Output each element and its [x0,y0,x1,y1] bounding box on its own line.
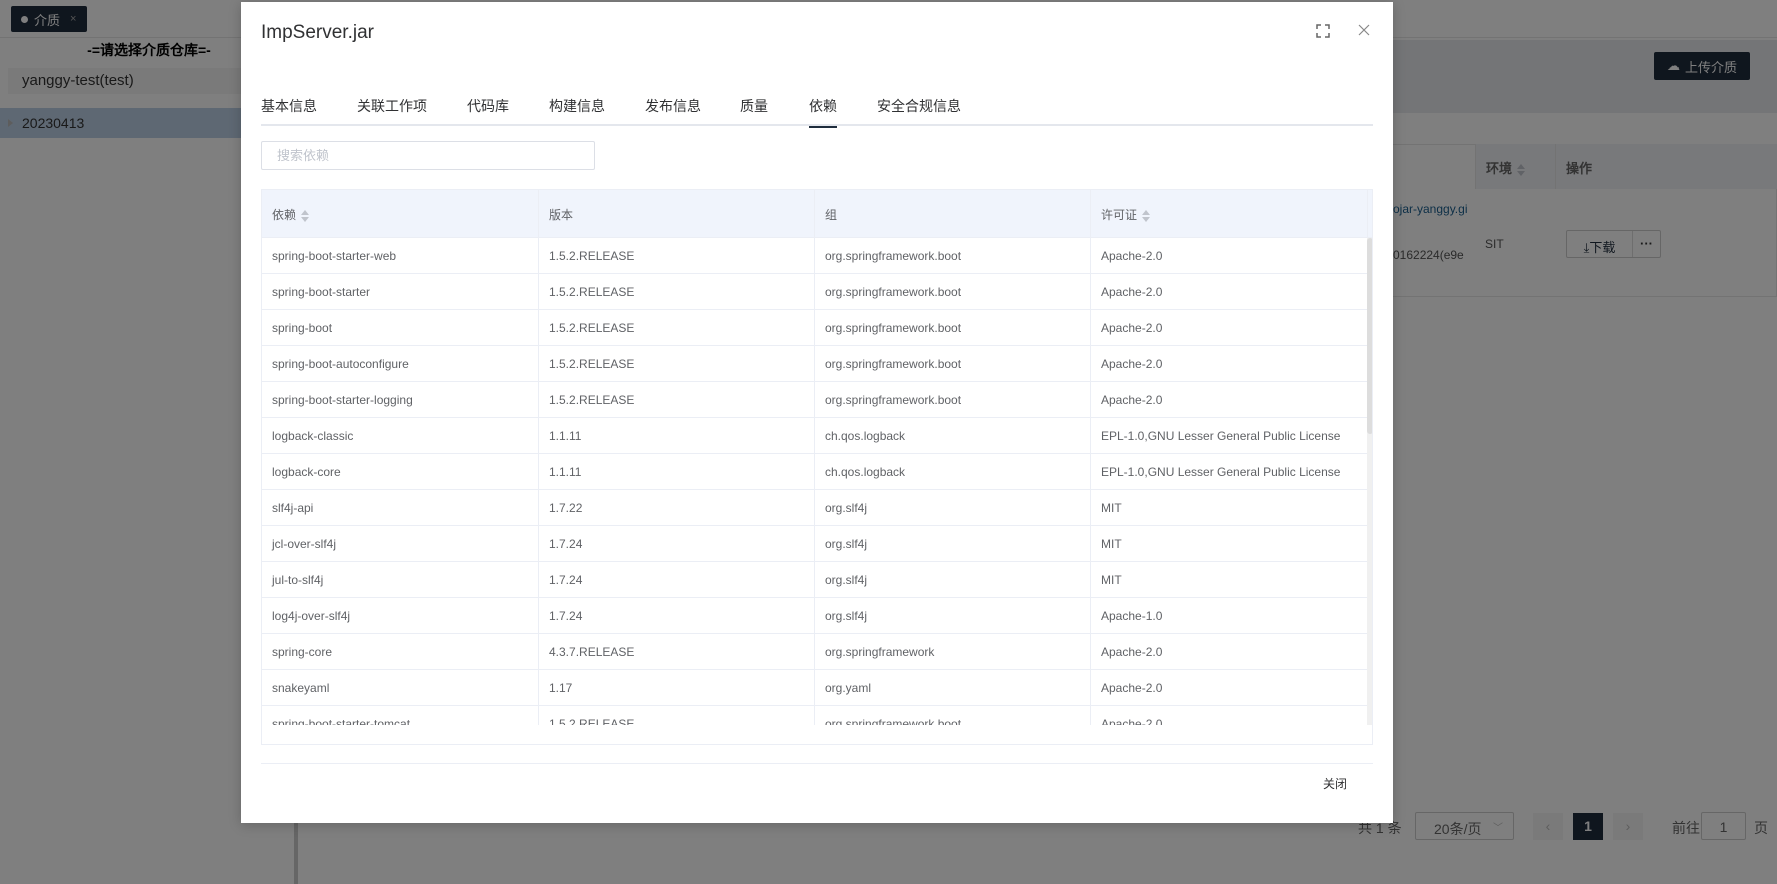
col-group: 组 [815,190,1091,237]
license-cell: MIT [1091,490,1368,525]
fullscreen-icon[interactable] [1316,24,1330,38]
version-cell: 1.7.24 [539,562,815,597]
dependency-cell: logback-classic [262,418,539,453]
tab-code-repo[interactable]: 代码库 [467,96,509,126]
table-row: spring-boot-autoconfigure 1.5.2.RELEASE or… [262,346,1368,382]
table-row: spring-core 4.3.7.RELEASE org.springframew… [262,634,1368,670]
tab-security-compliance[interactable]: 安全合规信息 [877,96,961,126]
group-cell: org.springframework.boot [815,274,1091,309]
table-row: jul-to-slf4j 1.7.24 org.slf4j MIT [262,562,1368,598]
sort-icon[interactable] [1142,209,1151,222]
license-cell: Apache-2.0 [1091,346,1368,381]
version-cell: 1.7.24 [539,598,815,633]
license-cell: MIT [1091,526,1368,561]
group-cell: org.springframework [815,634,1091,669]
version-cell: 1.7.22 [539,490,815,525]
dependency-dialog: ImpServer.jar 基本信息 关联工作项 代码库 构建信息 发布信息 质… [241,2,1393,823]
table-row: slf4j-api 1.7.22 org.slf4j MIT [262,490,1368,526]
tab-release-info[interactable]: 发布信息 [645,96,701,126]
license-cell: Apache-1.0 [1091,598,1368,633]
dialog-title: ImpServer.jar [261,22,374,43]
dependency-cell: logback-core [262,454,539,489]
version-cell: 1.5.2.RELEASE [539,706,815,725]
group-cell: org.slf4j [815,598,1091,633]
dependency-cell: slf4j-api [262,490,539,525]
table-row: logback-classic 1.1.11 ch.qos.logback EPL-1… [262,418,1368,454]
license-cell: Apache-2.0 [1091,274,1368,309]
col-license[interactable]: 许可证 [1091,190,1368,237]
version-cell: 1.5.2.RELEASE [539,346,815,381]
tab-dependencies[interactable]: 依赖 [809,96,837,128]
version-cell: 1.5.2.RELEASE [539,382,815,417]
license-cell: Apache-2.0 [1091,670,1368,705]
group-cell: org.springframework.boot [815,238,1091,273]
table-header: 依赖 版本 组 许可证 [262,190,1372,238]
group-cell: ch.qos.logback [815,454,1091,489]
close-button[interactable]: 关闭 [1317,773,1353,794]
tab-basic-info[interactable]: 基本信息 [261,96,317,126]
table-row: log4j-over-slf4j 1.7.24 org.slf4j Apache-1.… [262,598,1368,634]
col-dependency[interactable]: 依赖 [262,190,539,237]
dependency-cell: spring-boot-starter-web [262,238,539,273]
license-cell: EPL-1.0,GNU Lesser General Public Licens… [1091,454,1368,489]
sort-icon[interactable] [301,209,310,222]
license-cell: EPL-1.0,GNU Lesser General Public Licens… [1091,418,1368,453]
table-body: spring-boot-starter-web 1.5.2.RELEASE org.… [262,238,1368,725]
tab-build-info[interactable]: 构建信息 [549,96,605,126]
scrollbar-thumb[interactable] [1367,238,1372,434]
dependency-cell: spring-boot-autoconfigure [262,346,539,381]
group-cell: org.slf4j [815,490,1091,525]
group-cell: org.slf4j [815,526,1091,561]
license-cell: MIT [1091,562,1368,597]
group-cell: org.springframework.boot [815,346,1091,381]
table-row: jcl-over-slf4j 1.7.24 org.slf4j MIT [262,526,1368,562]
license-cell: Apache-2.0 [1091,310,1368,345]
table-scrollbar[interactable] [1367,238,1372,725]
table-row: spring-boot-starter 1.5.2.RELEASE org.spri… [262,274,1368,310]
group-cell: org.slf4j [815,562,1091,597]
table-row: spring-boot 1.5.2.RELEASE org.springframew… [262,310,1368,346]
table-row: spring-boot-starter-web 1.5.2.RELEASE org.… [262,238,1368,274]
group-cell: org.springframework.boot [815,310,1091,345]
table-row: spring-boot-starter-logging 1.5.2.RELEASE… [262,382,1368,418]
license-cell: Apache-2.0 [1091,706,1368,725]
tab-quality[interactable]: 质量 [740,96,768,126]
version-cell: 1.1.11 [539,418,815,453]
dependency-cell: spring-boot [262,310,539,345]
group-cell: org.springframework.boot [815,382,1091,417]
version-cell: 1.5.2.RELEASE [539,310,815,345]
col-dependency-label: 依赖 [272,208,297,222]
table-row: logback-core 1.1.11 ch.qos.logback EPL-1.0,… [262,454,1368,490]
dependency-cell: snakeyaml [262,670,539,705]
version-cell: 1.5.2.RELEASE [539,274,815,309]
dependency-cell: jcl-over-slf4j [262,526,539,561]
license-cell: Apache-2.0 [1091,238,1368,273]
version-cell: 1.1.11 [539,454,815,489]
group-cell: org.springframework.boot [815,706,1091,725]
license-cell: Apache-2.0 [1091,382,1368,417]
table-row: spring-boot-starter-tomcat 1.5.2.RELEASE o… [262,706,1368,725]
group-cell: ch.qos.logback [815,418,1091,453]
col-license-label: 许可证 [1101,208,1138,222]
license-cell: Apache-2.0 [1091,634,1368,669]
dependency-cell: spring-core [262,634,539,669]
dependency-cell: jul-to-slf4j [262,562,539,597]
group-cell: org.yaml [815,670,1091,705]
version-cell: 1.7.24 [539,526,815,561]
footer-divider [261,763,1373,764]
dependency-cell: log4j-over-slf4j [262,598,539,633]
version-cell: 4.3.7.RELEASE [539,634,815,669]
dependency-cell: spring-boot-starter-tomcat [262,706,539,725]
tab-linked-work-items[interactable]: 关联工作项 [357,96,427,126]
col-version: 版本 [539,190,815,237]
search-dependency-input[interactable] [261,141,595,170]
close-icon[interactable] [1356,22,1372,38]
version-cell: 1.5.2.RELEASE [539,238,815,273]
dependency-cell: spring-boot-starter [262,274,539,309]
dependency-cell: spring-boot-starter-logging [262,382,539,417]
table-row: snakeyaml 1.17 org.yaml Apache-2.0 [262,670,1368,706]
version-cell: 1.17 [539,670,815,705]
dialog-tabs: 基本信息 关联工作项 代码库 构建信息 发布信息 质量 依赖 安全合规信息 [261,96,1373,128]
dependency-table: 依赖 版本 组 许可证 spring-boot-starter-web 1.5.2… [261,189,1373,745]
